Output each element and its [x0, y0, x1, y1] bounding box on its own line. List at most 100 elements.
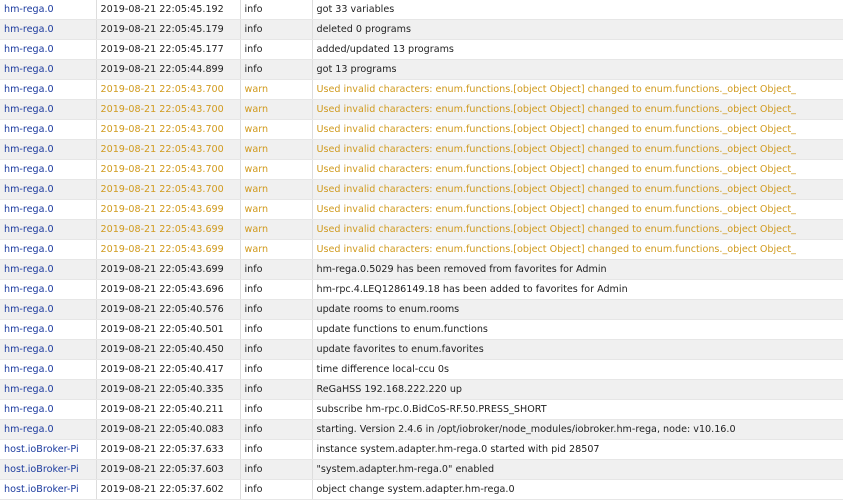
log-row[interactable]: hm-rega.0 2019-08-21 22:05:43.699 warn U…	[0, 219, 843, 240]
log-severity: info	[240, 0, 313, 20]
log-message: object change system.adapter.hm-rega.0	[312, 479, 843, 500]
log-table: hm-rega.0 2019-08-21 22:05:45.192 info g…	[0, 0, 843, 500]
log-timestamp: 2019-08-21 22:05:40.211	[96, 399, 241, 420]
log-row[interactable]: hm-rega.0 2019-08-21 22:05:43.700 warn U…	[0, 179, 843, 200]
log-message: Used invalid characters: enum.functions.…	[312, 139, 843, 160]
log-message: added/updated 13 programs	[312, 39, 843, 60]
log-timestamp: 2019-08-21 22:05:45.192	[96, 0, 241, 20]
log-message: update functions to enum.functions	[312, 319, 843, 340]
log-timestamp: 2019-08-21 22:05:37.602	[96, 479, 241, 500]
log-source: hm-rega.0	[0, 319, 97, 340]
log-timestamp: 2019-08-21 22:05:40.335	[96, 379, 241, 400]
log-source: hm-rega.0	[0, 139, 97, 160]
log-row[interactable]: hm-rega.0 2019-08-21 22:05:43.700 warn U…	[0, 119, 843, 140]
log-row[interactable]: hm-rega.0 2019-08-21 22:05:43.696 info h…	[0, 279, 843, 300]
log-message: time difference local-ccu 0s	[312, 359, 843, 380]
log-severity: info	[240, 379, 313, 400]
log-row[interactable]: hm-rega.0 2019-08-21 22:05:45.177 info a…	[0, 39, 843, 60]
log-source: host.ioBroker-Pi	[0, 479, 97, 500]
log-source: hm-rega.0	[0, 0, 97, 20]
log-timestamp: 2019-08-21 22:05:43.699	[96, 219, 241, 240]
log-severity: warn	[240, 239, 313, 260]
log-timestamp: 2019-08-21 22:05:40.417	[96, 359, 241, 380]
log-source: hm-rega.0	[0, 259, 97, 280]
log-source: hm-rega.0	[0, 279, 97, 300]
log-message: deleted 0 programs	[312, 19, 843, 40]
log-timestamp: 2019-08-21 22:05:43.700	[96, 179, 241, 200]
log-source: hm-rega.0	[0, 19, 97, 40]
log-source: hm-rega.0	[0, 339, 97, 360]
log-row[interactable]: hm-rega.0 2019-08-21 22:05:40.083 info s…	[0, 419, 843, 440]
log-severity: info	[240, 399, 313, 420]
log-row[interactable]: hm-rega.0 2019-08-21 22:05:40.576 info u…	[0, 299, 843, 320]
log-severity: warn	[240, 79, 313, 100]
log-message: hm-rega.0.5029 has been removed from fav…	[312, 259, 843, 280]
log-row[interactable]: hm-rega.0 2019-08-21 22:05:43.700 warn U…	[0, 99, 843, 120]
log-source: hm-rega.0	[0, 199, 97, 220]
log-row[interactable]: hm-rega.0 2019-08-21 22:05:44.899 info g…	[0, 59, 843, 80]
log-message: Used invalid characters: enum.functions.…	[312, 219, 843, 240]
log-message: update rooms to enum.rooms	[312, 299, 843, 320]
log-row[interactable]: hm-rega.0 2019-08-21 22:05:40.417 info t…	[0, 359, 843, 380]
log-row[interactable]: hm-rega.0 2019-08-21 22:05:45.192 info g…	[0, 0, 843, 20]
log-row[interactable]: hm-rega.0 2019-08-21 22:05:43.700 warn U…	[0, 139, 843, 160]
log-timestamp: 2019-08-21 22:05:40.501	[96, 319, 241, 340]
log-severity: warn	[240, 199, 313, 220]
log-row[interactable]: host.ioBroker-Pi 2019-08-21 22:05:37.633…	[0, 439, 843, 460]
log-row[interactable]: hm-rega.0 2019-08-21 22:05:43.699 warn U…	[0, 239, 843, 260]
log-source: hm-rega.0	[0, 359, 97, 380]
log-severity: info	[240, 299, 313, 320]
log-severity: info	[240, 319, 313, 340]
log-severity: info	[240, 59, 313, 80]
log-source: hm-rega.0	[0, 119, 97, 140]
log-message: Used invalid characters: enum.functions.…	[312, 199, 843, 220]
log-severity: warn	[240, 99, 313, 120]
log-source: hm-rega.0	[0, 59, 97, 80]
log-severity: info	[240, 479, 313, 500]
log-message: got 13 programs	[312, 59, 843, 80]
log-severity: info	[240, 19, 313, 40]
log-timestamp: 2019-08-21 22:05:40.083	[96, 419, 241, 440]
log-message: starting. Version 2.4.6 in /opt/iobroker…	[312, 419, 843, 440]
log-severity: info	[240, 439, 313, 460]
log-source: hm-rega.0	[0, 99, 97, 120]
log-row[interactable]: hm-rega.0 2019-08-21 22:05:43.699 info h…	[0, 259, 843, 280]
log-severity: info	[240, 359, 313, 380]
log-source: hm-rega.0	[0, 419, 97, 440]
log-source: host.ioBroker-Pi	[0, 439, 97, 460]
log-severity: info	[240, 39, 313, 60]
log-message: subscribe hm-rpc.0.BidCoS-RF.50.PRESS_SH…	[312, 399, 843, 420]
log-severity: info	[240, 419, 313, 440]
log-row[interactable]: hm-rega.0 2019-08-21 22:05:43.700 warn U…	[0, 159, 843, 180]
log-source: hm-rega.0	[0, 239, 97, 260]
log-severity: info	[240, 279, 313, 300]
log-timestamp: 2019-08-21 22:05:43.699	[96, 239, 241, 260]
log-timestamp: 2019-08-21 22:05:37.633	[96, 439, 241, 460]
log-timestamp: 2019-08-21 22:05:45.177	[96, 39, 241, 60]
log-row[interactable]: hm-rega.0 2019-08-21 22:05:40.501 info u…	[0, 319, 843, 340]
log-row[interactable]: hm-rega.0 2019-08-21 22:05:45.179 info d…	[0, 19, 843, 40]
log-severity: warn	[240, 219, 313, 240]
log-source: hm-rega.0	[0, 399, 97, 420]
log-row[interactable]: hm-rega.0 2019-08-21 22:05:40.450 info u…	[0, 339, 843, 360]
log-message: Used invalid characters: enum.functions.…	[312, 179, 843, 200]
log-message: ReGaHSS 192.168.222.220 up	[312, 379, 843, 400]
log-row[interactable]: hm-rega.0 2019-08-21 22:05:40.335 info R…	[0, 379, 843, 400]
log-message: hm-rpc.4.LEQ1286149.18 has been added to…	[312, 279, 843, 300]
log-timestamp: 2019-08-21 22:05:43.700	[96, 79, 241, 100]
log-message: Used invalid characters: enum.functions.…	[312, 239, 843, 260]
log-source: hm-rega.0	[0, 299, 97, 320]
log-timestamp: 2019-08-21 22:05:44.899	[96, 59, 241, 80]
log-row[interactable]: host.ioBroker-Pi 2019-08-21 22:05:37.602…	[0, 479, 843, 500]
log-timestamp: 2019-08-21 22:05:40.576	[96, 299, 241, 320]
log-severity: warn	[240, 119, 313, 140]
log-row[interactable]: hm-rega.0 2019-08-21 22:05:40.211 info s…	[0, 399, 843, 420]
log-row[interactable]: hm-rega.0 2019-08-21 22:05:43.700 warn U…	[0, 79, 843, 100]
log-timestamp: 2019-08-21 22:05:43.700	[96, 119, 241, 140]
log-row[interactable]: hm-rega.0 2019-08-21 22:05:43.699 warn U…	[0, 199, 843, 220]
log-message: Used invalid characters: enum.functions.…	[312, 79, 843, 100]
log-source: hm-rega.0	[0, 379, 97, 400]
log-source: hm-rega.0	[0, 39, 97, 60]
log-timestamp: 2019-08-21 22:05:43.700	[96, 99, 241, 120]
log-message: update favorites to enum.favorites	[312, 339, 843, 360]
